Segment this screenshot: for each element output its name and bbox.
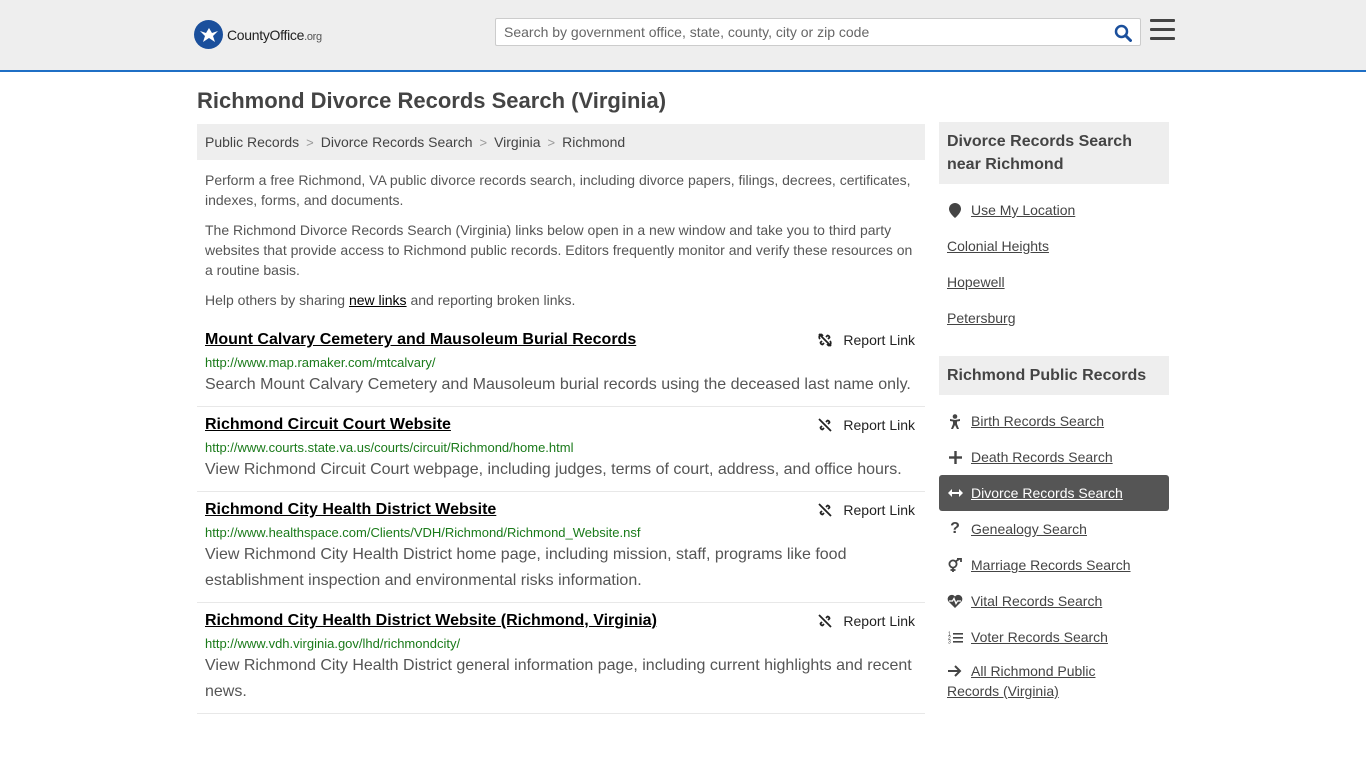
sidebar-item-use-my-location[interactable]: Use My Location (939, 192, 1169, 228)
record-url: http://www.vdh.virginia.gov/lhd/richmond… (205, 636, 461, 651)
intro-paragraph: The Richmond Divorce Records Search (Vir… (205, 222, 913, 278)
report-link-button[interactable]: Report Link (817, 417, 915, 433)
search-icon (1114, 24, 1132, 42)
report-link-button[interactable]: Report Link (817, 502, 915, 518)
cross-icon (947, 450, 963, 464)
record-title-link[interactable]: Richmond City Health District Website (205, 500, 496, 520)
record-title-link[interactable]: Richmond Circuit Court Website (205, 415, 451, 435)
record-description: View Richmond Circuit Court webpage, inc… (205, 461, 902, 478)
sidebar-records-list: Birth Records Search Death Records Searc… (939, 403, 1169, 699)
broken-link-icon (818, 418, 833, 432)
breadcrumb-separator: > (306, 134, 314, 150)
record-item: Mount Calvary Cemetery and Mausoleum Bur… (197, 322, 925, 407)
breadcrumb-separator: > (479, 134, 488, 150)
search-input[interactable] (496, 19, 1096, 45)
intro-paragraph: Help others by sharing new links and rep… (205, 292, 576, 308)
sidebar-records-heading: Richmond Public Records (939, 356, 1169, 395)
search-button[interactable] (1112, 22, 1134, 44)
broken-link-icon (818, 503, 833, 517)
sidebar-near-heading: Divorce Records Search near Richmond (939, 122, 1169, 184)
site-logo[interactable]: CountyOffice.org (194, 20, 322, 49)
sidebar-item-all-records[interactable]: All Richmond Public Records (Virginia) (939, 655, 1169, 699)
baby-icon (947, 413, 963, 429)
list-icon: 123 (947, 631, 963, 644)
records-list: Mount Calvary Cemetery and Mausoleum Bur… (197, 322, 925, 714)
hamburger-menu-button[interactable] (1150, 19, 1175, 43)
logo-emblem-icon (194, 20, 223, 49)
question-icon: ? (950, 520, 960, 537)
breadcrumb-public-records[interactable]: Public Records (205, 134, 299, 150)
record-url: http://www.healthspace.com/Clients/VDH/R… (205, 525, 641, 540)
breadcrumb-virginia[interactable]: Virginia (494, 134, 540, 150)
record-item: Richmond City Health District Website Re… (197, 492, 925, 603)
venus-mars-icon (947, 558, 963, 572)
breadcrumb: Public Records > Divorce Records Search … (197, 124, 925, 160)
sidebar-item-birth-records[interactable]: Birth Records Search (939, 403, 1169, 439)
page-title: Richmond Divorce Records Search (Virgini… (197, 88, 667, 113)
breadcrumb-separator: > (547, 134, 556, 150)
sidebar-item-divorce-records[interactable]: Divorce Records Search (939, 475, 1169, 511)
record-description: View Richmond City Health District home … (205, 546, 847, 589)
record-url: http://www.courts.state.va.us/courts/cir… (205, 440, 574, 455)
record-url: http://www.map.ramaker.com/mtcalvary/ (205, 355, 436, 370)
map-pin-icon (947, 202, 963, 218)
broken-link-icon (818, 614, 833, 628)
record-description: Search Mount Calvary Cemetery and Mausol… (205, 376, 911, 393)
record-item: Richmond Circuit Court Website Report Li… (197, 407, 925, 492)
record-description: View Richmond City Health District gener… (205, 657, 912, 700)
heartbeat-icon (947, 594, 963, 608)
intro-paragraph: Perform a free Richmond, VA public divor… (205, 172, 911, 208)
broken-link-icon (818, 333, 833, 347)
intro-text: Perform a free Richmond, VA public divor… (205, 170, 917, 320)
breadcrumb-richmond[interactable]: Richmond (562, 134, 625, 150)
sidebar-item-vital-records[interactable]: Vital Records Search (939, 583, 1169, 619)
report-link-button[interactable]: Report Link (817, 332, 915, 348)
arrow-right-icon (947, 665, 963, 677)
logo-text: CountyOffice.org (227, 26, 322, 43)
new-links-link[interactable]: new links (349, 292, 407, 308)
sidebar-item-death-records[interactable]: Death Records Search (939, 439, 1169, 475)
sidebar-item-voter-records[interactable]: 123 Voter Records Search (939, 619, 1169, 655)
sidebar-item-marriage-records[interactable]: Marriage Records Search (939, 547, 1169, 583)
site-header: CountyOffice.org (0, 0, 1366, 72)
report-link-button[interactable]: Report Link (817, 613, 915, 629)
record-title-link[interactable]: Richmond City Health District Website (R… (205, 611, 657, 631)
sidebar-near-list: Use My Location Colonial Heights Hopewel… (939, 192, 1169, 336)
split-arrows-icon (947, 488, 963, 498)
record-item: Richmond City Health District Website (R… (197, 603, 925, 714)
record-title-link[interactable]: Mount Calvary Cemetery and Mausoleum Bur… (205, 330, 636, 350)
sidebar-item-genealogy[interactable]: ? Genealogy Search (939, 511, 1169, 547)
sidebar-item-petersburg[interactable]: Petersburg (939, 300, 1169, 336)
svg-text:3: 3 (948, 639, 951, 644)
breadcrumb-divorce-records[interactable]: Divorce Records Search (321, 134, 473, 150)
sidebar-item-hopewell[interactable]: Hopewell (939, 264, 1169, 300)
sidebar-item-colonial-heights[interactable]: Colonial Heights (939, 228, 1169, 264)
search-box (495, 18, 1141, 46)
